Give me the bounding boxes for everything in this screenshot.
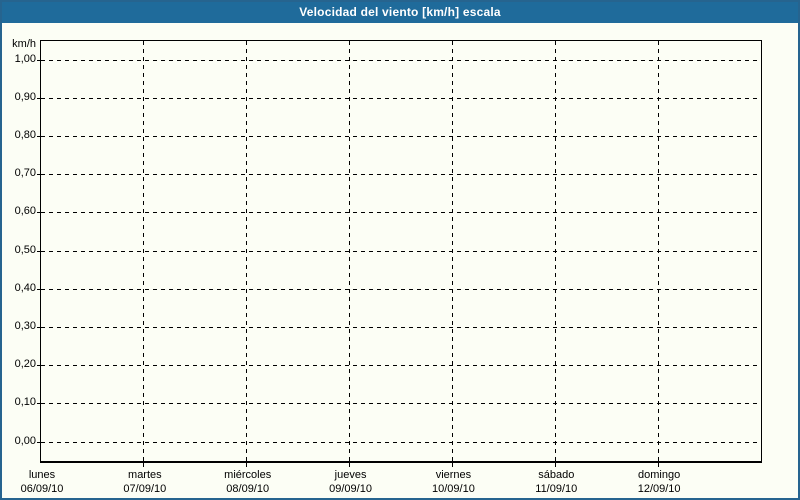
x-axis-category-label: sábado 11/09/10 — [501, 468, 611, 496]
x-axis-tick — [657, 463, 659, 467]
y-axis-tick — [37, 174, 41, 176]
y-axis-tick-label: 0,90 — [14, 90, 36, 103]
y-axis-tick-label: 0,00 — [14, 434, 36, 447]
date-label: 10/09/10 — [432, 483, 475, 495]
y-axis-tick — [37, 250, 41, 252]
h-gridline — [41, 59, 759, 61]
day-name-label: viernes — [435, 469, 472, 481]
v-gridline — [349, 41, 351, 461]
date-label: 07/09/10 — [123, 483, 167, 495]
date-label: 11/09/10 — [535, 483, 578, 495]
h-gridline — [41, 97, 759, 99]
y-axis-tick — [37, 212, 41, 214]
date-label: 12/09/10 — [637, 483, 681, 495]
y-axis-tick — [37, 326, 41, 328]
y-axis-tick-label: 0,20 — [14, 358, 36, 371]
plot-area — [37, 40, 762, 467]
y-axis-tick — [37, 135, 41, 137]
y-axis-tick-label: 0,40 — [14, 281, 36, 294]
day-name-label: miércoles — [224, 469, 272, 481]
h-gridline — [41, 135, 759, 137]
y-axis-tick-label: 0,30 — [14, 319, 36, 332]
y-axis-tick — [37, 441, 41, 443]
y-axis-unit-label: km/h — [12, 38, 36, 50]
h-gridline — [41, 174, 759, 176]
day-name-label: lunes — [28, 469, 56, 481]
y-axis-tick — [37, 59, 41, 61]
x-axis-tick — [554, 463, 556, 467]
h-gridline — [41, 326, 759, 328]
v-gridline — [451, 41, 453, 461]
x-axis-tick — [349, 463, 351, 467]
chart-area: km/h 1,00 0,90 0,80 0,70 0,60 0,50 0,40 0,30 0,2… — [2, 2, 798, 498]
y-axis-tick — [37, 403, 41, 405]
x-axis-tick — [246, 463, 248, 467]
day-name-label: jueves — [334, 469, 367, 481]
x-axis-category-label: martes 07/09/10 — [90, 468, 200, 496]
date-label: 08/09/10 — [226, 483, 270, 495]
chart-window: Velocidad del viento [km/h] escala km/h … — [0, 0, 800, 500]
date-label: 06/09/10 — [20, 483, 64, 495]
v-gridline — [657, 41, 659, 461]
v-gridline — [246, 41, 248, 461]
y-axis-tick-label: 0,80 — [14, 128, 36, 141]
x-axis-category-label: jueves 09/09/10 — [296, 468, 406, 496]
y-axis-tick — [37, 288, 41, 290]
h-gridline — [41, 288, 759, 290]
x-axis-tick — [143, 463, 145, 467]
x-axis-category-label: miércoles 08/09/10 — [193, 468, 303, 496]
day-name-label: domingo — [638, 469, 681, 481]
v-gridline — [143, 41, 145, 461]
day-name-label: sábado — [538, 469, 575, 481]
h-gridline — [41, 212, 759, 214]
y-axis-tick-label: 0,10 — [14, 396, 36, 409]
y-axis-tick-label: 0,70 — [14, 167, 36, 180]
x-axis-tick — [451, 463, 453, 467]
v-gridline — [554, 41, 556, 461]
h-gridline — [41, 403, 759, 405]
day-name-label: martes — [128, 469, 162, 481]
y-axis-tick-label: 0,60 — [14, 205, 36, 218]
h-gridline — [41, 250, 759, 252]
y-axis-tick-label: 0,50 — [14, 243, 36, 256]
x-axis-category-label: lunes 06/09/10 — [2, 468, 97, 496]
y-axis-tick — [37, 97, 41, 99]
y-axis-tick — [37, 365, 41, 367]
x-axis-category-label: viernes 10/09/10 — [398, 468, 508, 496]
date-label: 09/09/10 — [329, 483, 372, 495]
x-axis-category-label: domingo 12/09/10 — [604, 468, 714, 496]
h-gridline — [41, 441, 759, 443]
y-axis-tick-label: 1,00 — [14, 52, 36, 65]
h-gridline — [41, 365, 759, 367]
